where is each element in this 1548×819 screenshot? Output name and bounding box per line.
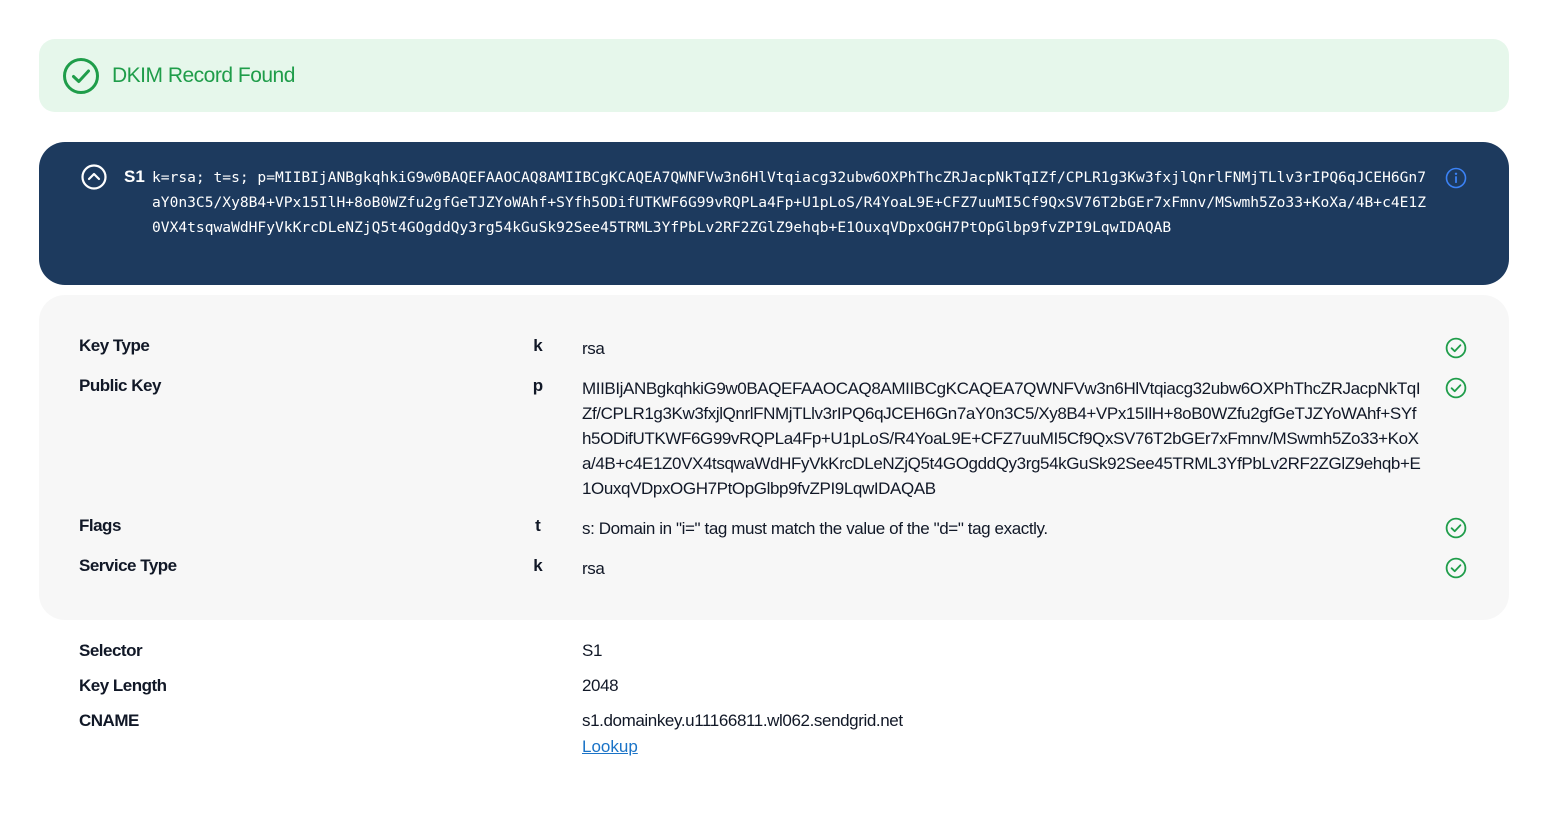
check-circle-icon: [1445, 337, 1467, 359]
check-circle-icon: [1445, 517, 1467, 539]
success-banner: DKIM Record Found: [39, 39, 1509, 112]
detail-label: Public Key: [79, 376, 161, 395]
cname-label: CNAME: [79, 711, 139, 730]
detail-tag: k: [533, 336, 543, 355]
detail-tag: t: [535, 516, 541, 535]
selector-label: Selector: [79, 641, 143, 660]
detail-value: rsa: [582, 559, 605, 578]
detail-label: Key Type: [79, 336, 150, 355]
detail-tag: k: [533, 556, 543, 575]
banner-title: DKIM Record Found: [112, 63, 295, 87]
cname-value: s1.domainkey.u11166811.wl062.sendgrid.ne…: [582, 711, 903, 730]
check-circle-icon: [1445, 557, 1467, 579]
lookup-link[interactable]: Lookup: [582, 737, 638, 757]
detail-label: Flags: [79, 516, 121, 535]
key-length-label: Key Length: [79, 676, 167, 695]
record-details-panel: Key Type k rsa Public Key p MIIBIjANBgkq…: [39, 295, 1509, 620]
detail-tag: p: [532, 376, 544, 395]
check-circle-icon: [1445, 377, 1467, 399]
record-value: k=rsa; t=s; p=MIIBIjANBgkqhkiG9w0BAQEFAA…: [152, 169, 1426, 236]
detail-label: Service Type: [79, 556, 177, 575]
record-selector: S1: [124, 167, 145, 186]
detail-value: rsa: [582, 339, 605, 358]
chevron-up-circle-icon[interactable]: [81, 164, 107, 190]
detail-value: MIIBIjANBgkqhkiG9w0BAQEFAAOCAQ8AMIIBCgKC…: [582, 379, 1421, 498]
dkim-lookup-page: DKIM Record Found S1 k=rsa; t=s; p=MIIBI…: [0, 0, 1548, 819]
selector-value: S1: [582, 641, 602, 660]
dkim-record-box: S1 k=rsa; t=s; p=MIIBIjANBgkqhkiG9w0BAQE…: [39, 142, 1509, 285]
detail-value: s: Domain in "i=" tag must match the val…: [582, 519, 1048, 538]
check-circle-icon: [62, 57, 100, 95]
info-circle-icon[interactable]: [1445, 167, 1467, 189]
key-length-value: 2048: [582, 676, 619, 695]
